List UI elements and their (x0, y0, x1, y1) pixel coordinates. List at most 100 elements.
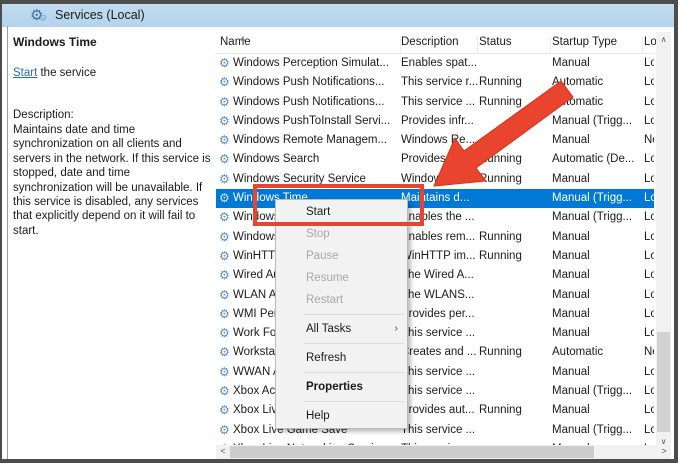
scroll-up-icon[interactable]: ∧ (656, 32, 671, 47)
menu-item-all-tasks[interactable]: All Tasks › (276, 318, 407, 340)
service-description: This service r... (401, 76, 478, 89)
service-description-pane: Windows Time Start the service Descripti… (8, 27, 216, 459)
column-header-description[interactable]: Description (401, 36, 478, 54)
service-startup-type: Automatic (552, 346, 604, 359)
menu-item-restart: Restart (306, 294, 344, 306)
vertical-scrollbar[interactable]: ∧ ∨ (656, 32, 671, 449)
service-log-on-as: Loc (644, 404, 654, 417)
service-log-on-as: Loc (644, 95, 654, 108)
service-startup-type: Manual (552, 249, 590, 262)
scroll-right-icon[interactable]: > (657, 445, 671, 459)
service-row[interactable]: ⚙ Windows Search Provides co... Running Auto… (216, 150, 654, 169)
service-startup-type: Manual (552, 57, 590, 69)
description-label: Description: (13, 109, 74, 121)
service-log-on-as: Loc (644, 249, 654, 262)
service-startup-type: Manual (552, 134, 590, 147)
service-description: This service ... (401, 365, 476, 378)
service-status: Running (479, 76, 522, 89)
menu-separator (276, 340, 407, 347)
service-description: Provides aut... (401, 404, 475, 417)
service-gear-icon: ⚙ (219, 287, 230, 302)
service-log-on-as: Loc (644, 365, 654, 378)
service-startup-type: Manual (Trigg... (552, 423, 633, 436)
menu-item-properties[interactable]: Properties (276, 376, 407, 398)
service-gear-icon: ⚙ (219, 422, 230, 437)
service-row[interactable]: ⚙ Windows Perception Simulat... Enables sp… (216, 54, 654, 73)
service-description: Enables spat... (401, 57, 478, 69)
service-gear-icon: ⚙ (219, 75, 230, 90)
service-gear-icon: ⚙ (219, 364, 230, 379)
service-gear-icon: ⚙ (219, 384, 230, 399)
horizontal-scrollbar-thumb[interactable] (230, 446, 594, 458)
service-row[interactable]: ⚙ Windows Remote Managem... Windows Re... M… (216, 131, 654, 150)
service-log-on-as: Ne (644, 134, 654, 147)
services-icon: ⚙ ⚙ (30, 7, 48, 24)
service-status: Running (479, 249, 522, 262)
menu-separator (276, 398, 407, 405)
service-description: Provides infr... (401, 114, 474, 127)
service-description: Creates and ... (401, 346, 477, 359)
menu-separator (276, 311, 407, 318)
service-startup-type: Manual (552, 327, 590, 340)
service-description: Enables rem... (401, 230, 476, 243)
service-gear-icon: ⚙ (219, 326, 230, 341)
console-title: Services (Local) (55, 8, 145, 22)
service-startup-type: Manual (Trigg... (552, 114, 633, 127)
service-name: Windows Push Notifications... (233, 95, 385, 108)
menu-item-resume: Resume (306, 272, 349, 284)
service-gear-icon: ⚙ (219, 191, 230, 206)
horizontal-scrollbar[interactable]: < > (216, 445, 671, 459)
service-log-on-as: Loc (644, 288, 654, 301)
submenu-arrow-icon: › (394, 323, 398, 334)
service-gear-icon: ⚙ (219, 210, 230, 225)
column-header-name[interactable]: ∧ Name (220, 36, 401, 54)
service-status: Running (479, 230, 522, 243)
service-log-on-as: Loc (644, 211, 654, 224)
menu-item-stop: Stop (306, 228, 330, 240)
column-header-status[interactable]: Status (479, 36, 551, 54)
service-name: Windows PushToInstall Servi... (233, 114, 391, 127)
service-startup-type: Manual (552, 288, 590, 301)
service-log-on-as: Loc (644, 327, 654, 340)
service-description: This service ... (401, 327, 476, 340)
service-row[interactable]: ⚙ Windows PushToInstall Servi... Provides … (216, 112, 654, 131)
service-row[interactable]: ⚙ Windows Push Notifications... This servi… (216, 73, 654, 92)
menu-item-refresh[interactable]: Refresh (276, 347, 407, 369)
service-log-on-as: Loc (644, 385, 654, 398)
service-gear-icon: ⚙ (219, 345, 230, 360)
service-startup-type: Manual (552, 269, 590, 282)
service-description: The WLANS... (401, 288, 475, 301)
annotation-highlight-box (253, 184, 424, 226)
service-startup-type: Manual (552, 230, 590, 243)
service-status: Running (479, 172, 522, 185)
service-name: Windows Push Notifications... (233, 76, 385, 89)
service-status: Running (479, 404, 522, 417)
service-description: This service ... (401, 95, 476, 108)
service-row[interactable]: ⚙ Windows Push Notifications... This servi… (216, 93, 654, 112)
scroll-left-icon[interactable]: < (216, 445, 230, 459)
service-gear-icon: ⚙ (219, 113, 230, 128)
service-startup-type: Manual (Trigg... (552, 211, 633, 224)
service-gear-icon: ⚙ (219, 306, 230, 321)
menu-separator (276, 369, 407, 376)
context-menu: Start Stop Pause Resume Restart All Tasks › Ref… (275, 199, 408, 429)
service-description: This service ... (401, 385, 476, 398)
service-gear-icon: ⚙ (219, 229, 230, 244)
column-header-startup-type[interactable]: Startup Type (552, 36, 643, 54)
vertical-scrollbar-thumb[interactable] (657, 332, 670, 432)
service-gear-icon: ⚙ (219, 171, 230, 186)
action-suffix-text: the service (37, 67, 97, 79)
service-log-on-as: Loc (644, 192, 654, 205)
service-startup-type: Manual (552, 365, 590, 378)
service-gear-icon: ⚙ (219, 94, 230, 109)
service-log-on-as: Loc (644, 269, 654, 282)
service-status: Running (479, 95, 522, 108)
start-service-link[interactable]: Start (13, 67, 37, 79)
service-log-on-as: Ne (644, 346, 654, 359)
service-log-on-as: Loc (644, 423, 654, 436)
service-description: Provides co... (401, 153, 471, 166)
service-gear-icon: ⚙ (219, 403, 230, 418)
menu-item-help[interactable]: Help (276, 405, 407, 427)
service-log-on-as: Loc (644, 307, 654, 320)
console-header-band: ⚙ ⚙ Services (Local) (2, 4, 674, 27)
